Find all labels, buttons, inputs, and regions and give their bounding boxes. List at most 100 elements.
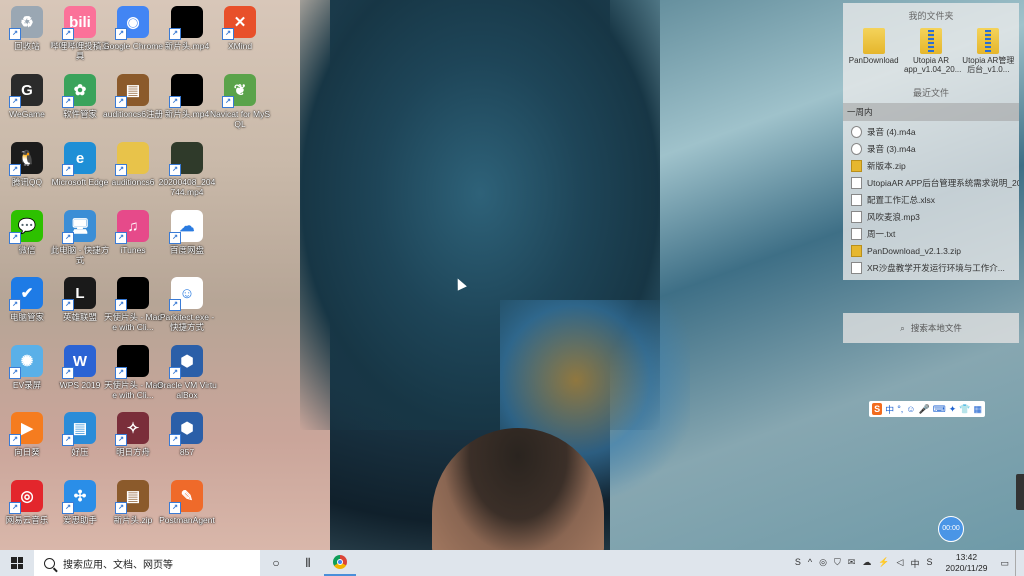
recent-file-item[interactable]: 录音 (4).m4a: [843, 123, 1019, 140]
desktop-icon[interactable]: ↗ auditioncs6: [103, 142, 163, 187]
favorite-item[interactable]: PanDownload: [847, 28, 901, 74]
navicat-icon: ❦ ↗: [222, 74, 256, 108]
recent-file-item[interactable]: UtopiaAR APP后台管理系统需求说明_202...: [843, 174, 1019, 191]
desktop-icon[interactable]: ↗ 天使片头 - Made with Cli...: [103, 345, 163, 400]
tray-icon[interactable]: ☁: [862, 557, 871, 570]
windows-icon: [11, 557, 23, 569]
shortcut-arrow-icon: ↗: [115, 434, 127, 446]
desktop-icon[interactable]: ↗ 天使片头 - Made with Cli...: [103, 277, 163, 332]
desktop-icon[interactable]: bili ↗ 哔哩哔哩投稿工具: [50, 6, 110, 61]
tray-icon[interactable]: ^: [808, 557, 812, 570]
desktop-icon[interactable]: ▤ ↗ 新片头.zip: [103, 480, 163, 525]
desktop-icon[interactable]: G ↗ WeGame: [0, 74, 57, 119]
desktop-icon-label: Google Chrome: [103, 41, 164, 51]
shortcut-arrow-icon: ↗: [169, 164, 181, 176]
shortcut-arrow-icon: ↗: [62, 502, 74, 514]
desktop-icon-label: 电脑管家: [9, 312, 44, 322]
sogou-icon[interactable]: S: [872, 403, 883, 415]
tray-icon[interactable]: S: [926, 557, 932, 570]
start-button[interactable]: [0, 550, 34, 576]
desktop-icon[interactable]: ↗ 新片头.mp4: [157, 74, 217, 119]
ime-button[interactable]: 中: [885, 403, 894, 416]
desktop-icon[interactable]: ❦ ↗ Navicat for MySQL: [210, 74, 270, 129]
winrar-icon: ▤ ↗: [115, 74, 149, 108]
winrar-icon: ▤ ↗: [115, 480, 149, 514]
tray-icon[interactable]: ✉: [848, 557, 856, 570]
taskbar-search[interactable]: 搜索应用、文档、网页等: [34, 550, 260, 576]
desktop-icon[interactable]: ▤ ↗ 好压: [50, 412, 110, 457]
task-view-button[interactable]: ⫴: [292, 550, 324, 576]
desktop-icon[interactable]: ▤ ↗ auditioncs6注册: [103, 74, 163, 119]
desktop-icon[interactable]: ♻ ↗ 回收站: [0, 6, 57, 51]
shortcut-arrow-icon: ↗: [62, 28, 74, 40]
ime-button[interactable]: ☺: [906, 404, 915, 414]
desktop-icon[interactable]: ♫ ↗ iTunes: [103, 210, 163, 255]
taskbar-clock[interactable]: 13:42 2020/11/29: [938, 552, 994, 574]
taskbar-chrome[interactable]: [324, 550, 356, 576]
tray-icon[interactable]: ◁: [897, 557, 904, 570]
desktop-icon[interactable]: ✎ ↗ PostmanAgent: [157, 480, 217, 525]
desktop-icon[interactable]: ✧ ↗ 明日方舟: [103, 412, 163, 457]
zip-file-icon: [851, 159, 862, 172]
desktop-icon[interactable]: ⬢ ↗ Oracle VM VirtualBox: [157, 345, 217, 400]
desktop-icon[interactable]: ✿ ↗ 软件管家: [50, 74, 110, 119]
shortcut-arrow-icon: ↗: [62, 434, 74, 446]
ime-button[interactable]: ✦: [949, 404, 957, 415]
ime-button[interactable]: ▦: [973, 404, 982, 415]
desktop-icon[interactable]: ☺ ↗ Parkitect.exe - 快捷方式: [157, 277, 217, 332]
shortcut-arrow-icon: ↗: [115, 28, 127, 40]
recent-file-item[interactable]: 新版本.zip: [843, 157, 1019, 174]
desktop-icon[interactable]: ☁ ↗ 百度网盘: [157, 210, 217, 255]
favorite-item[interactable]: Utopia AR管理后台_v1.0...: [961, 28, 1015, 74]
tray-icon[interactable]: ◎: [819, 557, 827, 570]
tray-icon[interactable]: S: [795, 557, 801, 570]
cortana-button[interactable]: ○: [260, 550, 292, 576]
ime-button[interactable]: ⌨: [933, 404, 946, 415]
desktop-icon[interactable]: ✺ ↗ EV录屏: [0, 345, 57, 390]
recycle-bin-icon: ♻ ↗: [9, 6, 43, 40]
desktop-icon[interactable]: ✕ ↗ XMind: [210, 6, 270, 51]
desktop-icon[interactable]: ◎ ↗ 网易云音乐: [0, 480, 57, 525]
desktop-icon-label: 天使片头 - Made with Cli...: [103, 380, 163, 400]
tray-icon[interactable]: ⛉: [834, 557, 841, 570]
desktop-icon[interactable]: ◉ ↗ Google Chrome: [103, 6, 163, 51]
recent-file-name: 录音 (3).m4a: [867, 143, 916, 154]
recent-file-item[interactable]: 周一.txt: [843, 225, 1019, 242]
recent-file-item[interactable]: 配置工作汇总.xlsx: [843, 191, 1019, 208]
notification-icon[interactable]: ▭: [1000, 558, 1009, 569]
timer-bubble[interactable]: 00:00: [938, 516, 964, 542]
shortcut-arrow-icon: ↗: [169, 96, 181, 108]
wegame-icon: G ↗: [9, 74, 43, 108]
desktop-icon[interactable]: ✔ ↗ 电脑管家: [0, 277, 57, 322]
side-handle[interactable]: [1016, 474, 1024, 510]
folder-icon: [862, 28, 885, 54]
recent-file-name: PanDownload_v2.1.3.zip: [867, 245, 962, 256]
show-desktop-button[interactable]: [1015, 550, 1020, 576]
recent-file-item[interactable]: XR沙盘教学开发运行环境与工作介...: [843, 259, 1019, 276]
ime-button[interactable]: 👕: [959, 404, 970, 415]
desktop-icon[interactable]: ↗ 新片头.mp4: [157, 6, 217, 51]
desktop-icon[interactable]: e ↗ Microsoft Edge: [50, 142, 110, 187]
tray-icon[interactable]: 中: [910, 557, 919, 570]
favorite-item[interactable]: Utopia AR app_v1.04_20...: [904, 28, 961, 74]
tray-icon[interactable]: ⚡: [878, 557, 889, 570]
desktop-icon[interactable]: ▶ ↗ 向日葵: [0, 412, 57, 457]
desktop-icon[interactable]: ✣ ↗ 爱思助手: [50, 480, 110, 525]
desktop-icon[interactable]: ↗ 20200408_204744.mp4: [157, 142, 217, 197]
ime-button[interactable]: °,: [897, 404, 903, 414]
video-thumbnail-icon: ↗: [115, 345, 149, 379]
ime-toolbar[interactable]: S 中 °, ☺ 🎤 ⌨ ✦ 👕 ▦: [869, 401, 985, 417]
recent-file-item[interactable]: PanDownload_v2.1.3.zip: [843, 242, 1019, 259]
desktop-icon[interactable]: ⬢ ↗ 857: [157, 412, 217, 457]
desktop-icon[interactable]: L ↗ 英雄联盟: [50, 277, 110, 322]
recent-file-item[interactable]: 风吹麦浪.mp3: [843, 208, 1019, 225]
desktop-icon[interactable]: 🖥 ↗ 此电脑 - 快捷方式: [50, 210, 110, 265]
desktop-icon[interactable]: 🐧 ↗ 腾讯QQ: [0, 142, 57, 187]
ime-button[interactable]: 🎤: [919, 404, 930, 415]
local-search-button[interactable]: ⌕ 搜索本地文件: [843, 313, 1019, 343]
desktop-icon[interactable]: W ↗ WPS 2019: [50, 345, 110, 390]
desktop-icon-label: WPS 2019: [59, 380, 101, 390]
desktop-icon[interactable]: 💬 ↗ 微信: [0, 210, 57, 255]
desktop-icon-label: 英雄联盟: [62, 312, 97, 322]
recent-file-item[interactable]: 录音 (3).m4a: [843, 140, 1019, 157]
